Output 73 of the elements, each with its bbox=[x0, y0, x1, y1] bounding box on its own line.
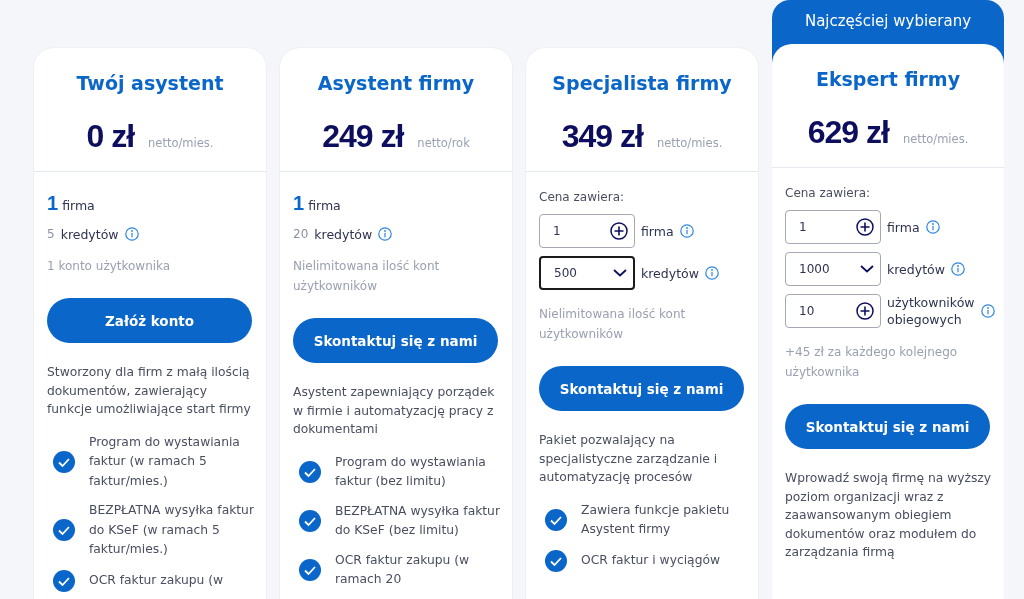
plus-icon[interactable] bbox=[610, 222, 628, 240]
price-period: netto/rok bbox=[417, 136, 470, 150]
feature-text: OCR faktur zakupu (w bbox=[89, 571, 225, 589]
feature-text: Zawiera funkcje pakietu Asystent firmy bbox=[581, 501, 731, 538]
quantity-label: użytkowników obiegowych bbox=[887, 294, 975, 328]
feature-text: BEZPŁATNA wysyłka faktur do KSeF (bez limitu) bbox=[335, 502, 500, 539]
quantity-field[interactable]: 10 bbox=[785, 294, 881, 328]
plan-price: 249 zł bbox=[322, 118, 404, 155]
company-count: 1 bbox=[47, 192, 59, 215]
quantity-field[interactable]: 1 bbox=[539, 214, 635, 248]
feature-text: BEZPŁATNA wysyłka faktur do KSeF (w ramach 5 faktur/mies.) bbox=[89, 502, 254, 558]
credits-count: 20 bbox=[293, 227, 309, 241]
price-period: netto/mies. bbox=[148, 136, 214, 150]
plan-price: 0 zł bbox=[86, 118, 135, 155]
plan-title: Ekspert firmy bbox=[815, 68, 961, 92]
plan-price: 629 zł bbox=[807, 114, 889, 151]
chevron-down-icon bbox=[613, 269, 627, 277]
info-icon[interactable] bbox=[704, 266, 719, 280]
info-icon[interactable] bbox=[378, 227, 393, 241]
feature-text: OCR faktur i wyciągów bbox=[581, 551, 722, 569]
company-label: firma bbox=[62, 198, 95, 213]
feature-text: Program do wystawiania faktur (w ramach 5 faktur/mies.) bbox=[89, 433, 241, 490]
info-icon[interactable] bbox=[980, 304, 995, 318]
plan-cta-button[interactable]: Skontaktuj się z nami bbox=[785, 404, 990, 449]
plan-note: 1 konto użytkownika bbox=[47, 258, 172, 275]
plan-note: +45 zł za każdego kolejnego użytkownika bbox=[785, 344, 959, 381]
price-period: netto/mies. bbox=[656, 136, 723, 150]
quantity-label: firma bbox=[641, 222, 674, 240]
info-icon[interactable] bbox=[950, 262, 965, 276]
info-icon[interactable] bbox=[925, 220, 940, 234]
plan-cta-button[interactable]: Skontaktuj się z nami bbox=[293, 318, 498, 363]
credits-label: kredytów bbox=[60, 226, 119, 242]
credits-count: 5 bbox=[47, 227, 55, 241]
plan-description: Stworzony dla firm z małą ilością dokumentów, zawierający funkcje umożliwiające start firmy bbox=[47, 364, 252, 418]
feature-text: OCR faktur zakupu (w ramach 20 bbox=[335, 551, 471, 588]
plan-cta-button[interactable]: Skontaktuj się z nami bbox=[539, 366, 744, 411]
check-icon bbox=[53, 569, 75, 592]
info-icon[interactable] bbox=[679, 224, 694, 238]
check-icon bbox=[545, 549, 567, 572]
check-icon bbox=[53, 450, 75, 473]
plan-title: Specjalista firmy bbox=[552, 72, 732, 96]
plus-icon[interactable] bbox=[856, 302, 874, 320]
quantity-field[interactable]: 1 bbox=[785, 210, 881, 244]
plan-title: Asystent firmy bbox=[317, 72, 475, 96]
credits-select[interactable]: 500 bbox=[539, 256, 635, 290]
plan-title: Twój asystent bbox=[76, 72, 224, 96]
plus-icon[interactable] bbox=[856, 218, 874, 236]
credits-label: kredytów bbox=[314, 226, 373, 242]
credits-label: kredytów bbox=[641, 264, 699, 282]
check-icon bbox=[545, 509, 567, 531]
plan-price: 349 zł bbox=[561, 118, 643, 155]
price-includes-label: Cena zawiera: bbox=[539, 190, 626, 204]
plan-cta-button[interactable]: Załóż konto bbox=[47, 298, 252, 343]
credits-label: kredytów bbox=[887, 260, 945, 278]
plan-description: Asystent zapewniający porządek w firmie i automatyzację pracy z dokumentami bbox=[293, 384, 496, 438]
plan-note: Nielimitowana ilość kont użytkowników bbox=[293, 258, 441, 295]
quantity-label: firma bbox=[887, 218, 920, 236]
company-count: 1 bbox=[293, 192, 305, 215]
plan-description: Pakiet pozwalający na specjalistyczne zarządzanie i automatyzację procesów bbox=[539, 432, 719, 486]
check-icon bbox=[299, 559, 321, 581]
credits-select[interactable]: 1000 bbox=[785, 252, 881, 286]
info-icon[interactable] bbox=[124, 227, 139, 241]
check-icon bbox=[53, 519, 75, 542]
chevron-down-icon bbox=[860, 265, 874, 273]
company-label: firma bbox=[308, 198, 341, 213]
popular-badge-text: Najczęściej wybierany bbox=[803, 11, 973, 32]
check-icon bbox=[299, 510, 321, 532]
check-icon bbox=[299, 461, 321, 483]
price-includes-label: Cena zawiera: bbox=[785, 186, 872, 200]
plan-description: Wprowadź swoją firmę na wyższy poziom organizacji wraz z zaawansowanym obiegiem dokumentów oraz modułem do zarządzania firmą bbox=[785, 470, 992, 561]
price-period: netto/mies. bbox=[902, 132, 969, 146]
feature-text: Program do wystawiania faktur (bez limitu) bbox=[335, 453, 487, 490]
plan-note: Nielimitowana ilość kont użytkowników bbox=[539, 306, 687, 343]
